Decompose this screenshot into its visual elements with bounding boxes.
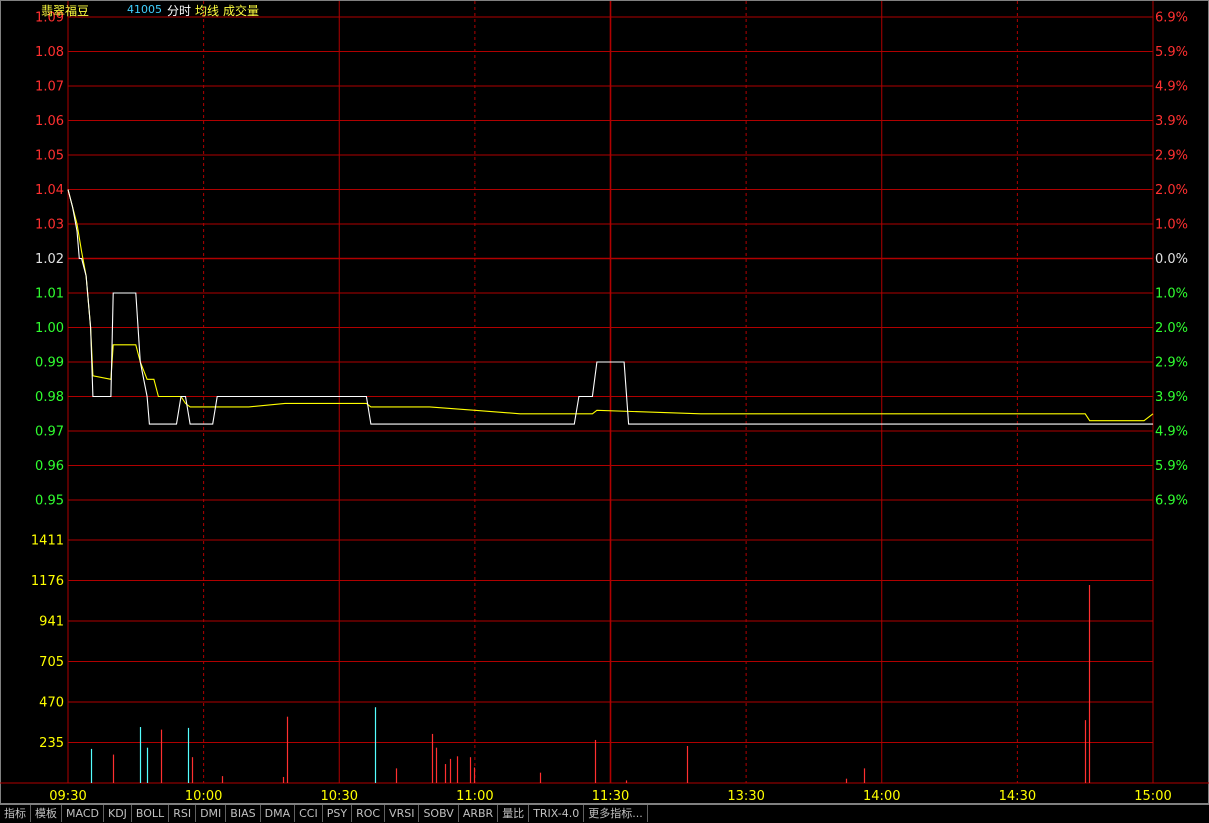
mode-label: 分时: [167, 4, 192, 18]
price-tick-label: 0.99: [35, 356, 64, 371]
tab-indicator[interactable]: KDJ: [104, 805, 132, 822]
pct-tick-label: 3.9%: [1155, 114, 1188, 129]
pct-tick-label: 4.9%: [1155, 80, 1188, 95]
price-tick-label: 1.00: [35, 321, 64, 336]
pct-tick-label: 0.0%: [1155, 252, 1188, 267]
volume-tick-label: 705: [39, 655, 64, 670]
tab-indicator[interactable]: ROC: [352, 805, 386, 822]
price-tick-label: 0.98: [35, 390, 64, 405]
intraday-chart[interactable]: 1.09 6.9%1.08 5.9%1.07 4.9%1.06 3.9%1.05 2.9%…: [0, 0, 1209, 804]
pct-tick-label: 4.9%: [1155, 425, 1188, 440]
time-tick-label: 10:30: [321, 789, 358, 804]
volume-tick-label: 1411: [31, 534, 64, 549]
tab-indicator[interactable]: ARBR: [459, 805, 499, 822]
pct-tick-label: 2.9%: [1155, 149, 1188, 164]
tab-indicator[interactable]: RSI: [169, 805, 197, 822]
pct-tick-label: 1.0%: [1155, 218, 1188, 233]
stock-name: 翡翠福豆: [41, 4, 90, 18]
pct-tick-label: 5.9%: [1155, 45, 1188, 60]
time-tick-label: 11:30: [592, 789, 629, 804]
time-tick-label: 11:00: [456, 789, 493, 804]
time-tick-label: 14:30: [999, 789, 1036, 804]
time-tick-label: 09:30: [49, 789, 86, 804]
pct-tick-label: 2.0%: [1155, 321, 1188, 336]
time-tick-label: 14:00: [863, 789, 900, 804]
pct-tick-label: 3.9%: [1155, 390, 1188, 405]
volume-tick-label: 1176: [31, 574, 64, 589]
tab-indicator[interactable]: 量比: [498, 805, 530, 822]
pct-tick-label: 6.9%: [1155, 494, 1188, 509]
price-tick-label: 1.04: [35, 183, 64, 198]
price-tick-label: 0.96: [35, 459, 64, 474]
pct-tick-label: 2.0%: [1155, 183, 1188, 198]
tab-indicator[interactable]: VRSI: [385, 805, 420, 822]
tab-indicator[interactable]: 指标: [0, 805, 31, 822]
pct-tick-label: 5.9%: [1155, 459, 1188, 474]
volume-tick-label: 470: [39, 696, 64, 711]
time-tick-label: 15:00: [1134, 789, 1171, 804]
tab-indicator[interactable]: MACD: [62, 805, 104, 822]
tab-indicator[interactable]: 更多指标...: [584, 805, 648, 822]
tab-indicator[interactable]: DMA: [261, 805, 296, 822]
tab-indicator[interactable]: CCI: [295, 805, 323, 822]
stock-code: 41005: [127, 3, 162, 16]
avg-line-label: 均线: [195, 4, 220, 18]
time-tick-label: 13:30: [727, 789, 764, 804]
pct-tick-label: 6.9%: [1155, 11, 1188, 26]
tab-indicator[interactable]: BIAS: [226, 805, 261, 822]
tab-indicator[interactable]: SOBV: [419, 805, 459, 822]
price-tick-label: 1.02: [35, 252, 64, 267]
price-tick-label: 1.03: [35, 218, 64, 233]
indicator-tabbar: 指标 模板 MACD KDJ BOLL RSI DMI BIAS DMA CCI PSY ROC VRS…: [0, 804, 1209, 823]
tab-indicator[interactable]: TRIX-4.0: [529, 805, 585, 822]
price-tick-label: 1.01: [35, 287, 64, 302]
price-tick-label: 1.07: [35, 80, 64, 95]
tab-indicator[interactable]: 模板: [31, 805, 62, 822]
time-tick-label: 10:00: [185, 789, 222, 804]
pct-tick-label: 1.0%: [1155, 287, 1188, 302]
volume-label: 成交量: [223, 4, 260, 18]
tab-indicator[interactable]: PSY: [323, 805, 353, 822]
price-tick-label: 0.97: [35, 425, 64, 440]
pct-tick-label: 2.9%: [1155, 356, 1188, 371]
tab-indicator[interactable]: BOLL: [132, 805, 170, 822]
price-tick-label: 1.05: [35, 149, 64, 164]
volume-tick-label: 235: [39, 736, 64, 751]
price-tick-label: 1.08: [35, 45, 64, 60]
price-tick-label: 0.95: [35, 494, 64, 509]
tab-indicator[interactable]: DMI: [196, 805, 227, 822]
volume-tick-label: 941: [39, 615, 64, 630]
price-tick-label: 1.06: [35, 114, 64, 129]
